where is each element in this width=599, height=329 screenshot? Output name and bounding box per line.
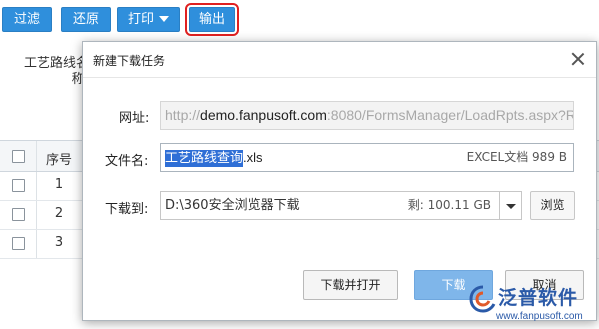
route-name-label: 工艺路线名 称:	[24, 56, 89, 88]
row-number: 1	[54, 177, 64, 192]
url-rest: :8080/FormsManager/LoadRpts.aspx?Rptid	[326, 107, 574, 123]
url-prefix: http://	[165, 107, 201, 123]
download-path-field[interactable]: D:\360安全浏览器下载 剩: 100.11 GB	[160, 191, 500, 220]
free-space: 剩: 100.11 GB	[407, 198, 491, 212]
filename-field[interactable]: 工艺路线查询.xls EXCEL文档 989 B	[160, 143, 574, 172]
path-dropdown-button[interactable]	[499, 191, 522, 220]
file-type-size: EXCEL文档 989 B	[466, 150, 567, 164]
print-button-label: 打印	[127, 12, 154, 27]
download-and-open-button[interactable]: 下载并打开	[303, 270, 398, 300]
new-download-dialog: 新建下载任务 网址: http://demo.fanpusoft.com:808…	[82, 41, 597, 321]
fanpusoft-logo-icon	[469, 285, 496, 313]
fanpusoft-watermark: 泛普软件 www.fanpusoft.com	[468, 282, 596, 328]
url-field[interactable]: http://demo.fanpusoft.com:8080/FormsMana…	[160, 101, 574, 130]
filename-extension: .xls	[243, 150, 263, 165]
url-host: demo.fanpusoft.com	[200, 107, 327, 123]
dialog-title: 新建下载任务	[93, 54, 166, 68]
watermark-url: www.fanpusoft.com	[496, 311, 583, 322]
export-button[interactable]: 输出	[185, 3, 239, 36]
header-no: 序号	[45, 153, 72, 168]
close-icon[interactable]	[570, 51, 586, 67]
row-checkbox[interactable]	[12, 179, 25, 192]
dialog-titlebar: 新建下载任务	[83, 42, 596, 78]
filename-label: 文件名:	[105, 154, 149, 169]
print-button[interactable]: 打印	[117, 7, 180, 32]
filter-button[interactable]: 过滤	[2, 7, 52, 32]
row-checkbox[interactable]	[12, 208, 25, 221]
toolbar: 过滤 还原 打印 输出	[0, 0, 599, 40]
row-checkbox[interactable]	[12, 237, 25, 250]
restore-button[interactable]: 还原	[61, 7, 111, 32]
download-path-value: D:\360安全浏览器下载	[165, 198, 300, 213]
filename-selected-text: 工艺路线查询	[165, 150, 244, 167]
row-number: 2	[54, 206, 64, 221]
browse-button[interactable]: 浏览	[530, 191, 575, 220]
download-to-label: 下载到:	[105, 202, 149, 217]
watermark-brand: 泛普软件	[498, 287, 579, 309]
row-number: 3	[54, 235, 64, 250]
route-name-label-line1: 工艺路线名	[24, 56, 90, 71]
route-name-label-line2: 称:	[71, 72, 90, 87]
chevron-down-icon	[159, 15, 169, 22]
select-all-checkbox[interactable]	[12, 150, 25, 163]
url-label: 网址:	[119, 111, 150, 126]
